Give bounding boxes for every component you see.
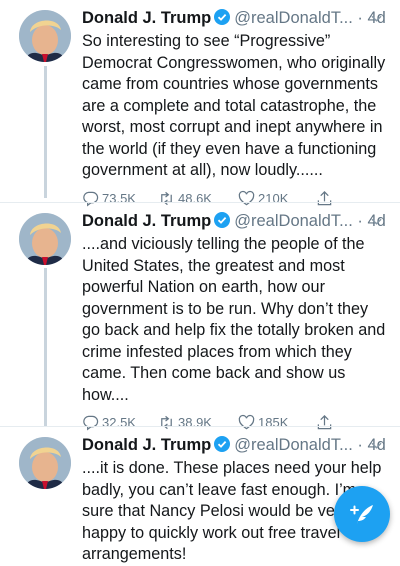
verified-badge-icon [214, 212, 231, 228]
share-icon [317, 190, 332, 205]
tweet-header: Donald J. Trump @realDonaldT... · 4d [82, 6, 388, 30]
tweet-text: So interesting to see “Progressive” Demo… [82, 32, 386, 179]
author-handle[interactable]: @realDonaldT... [234, 436, 353, 454]
tweet-header: Donald J. Trump @realDonaldT... · 4d [82, 209, 388, 233]
tweet-header: Donald J. Trump @realDonaldT... · 4d [82, 433, 388, 457]
reply-button[interactable]: 73.5K [82, 190, 136, 207]
tweet-text: ....and viciously telling the people of … [82, 235, 386, 404]
author-name[interactable]: Donald J. Trump [82, 9, 211, 27]
like-count: 210K [258, 190, 289, 206]
share-button[interactable] [316, 190, 336, 207]
retweet-count: 38.9K [178, 415, 212, 430]
like-icon [238, 190, 255, 205]
like-count: 185K [258, 415, 289, 430]
chevron-down-icon[interactable] [371, 440, 382, 451]
share-icon [317, 415, 332, 430]
compose-tweet-button[interactable] [334, 486, 390, 542]
retweet-button[interactable]: 48.6K [158, 190, 212, 207]
chevron-down-icon[interactable] [371, 216, 382, 227]
like-button[interactable]: 185K [238, 414, 288, 431]
chevron-down-icon[interactable] [371, 13, 382, 24]
tweet-divider [0, 426, 400, 427]
verified-badge-icon [214, 9, 231, 25]
reply-icon [83, 191, 99, 207]
share-button[interactable] [316, 414, 336, 431]
reply-count: 32.5K [102, 415, 136, 430]
retweet-button[interactable]: 38.9K [158, 414, 212, 431]
verified-badge-icon [214, 436, 231, 452]
avatar[interactable] [19, 10, 71, 62]
reply-count: 73.5K [102, 190, 136, 206]
author-name[interactable]: Donald J. Trump [82, 212, 211, 230]
thread-line-1 [44, 66, 47, 198]
retweet-icon [161, 191, 172, 205]
reply-button[interactable]: 32.5K [82, 414, 136, 431]
author-handle[interactable]: @realDonaldT... [234, 9, 353, 27]
author-name[interactable]: Donald J. Trump [82, 436, 211, 454]
compose-tweet-icon [350, 505, 373, 524]
like-icon [238, 414, 255, 430]
retweet-icon [161, 415, 172, 430]
like-button[interactable]: 210K [238, 190, 288, 207]
avatar[interactable] [19, 437, 71, 489]
retweet-count: 48.6K [178, 190, 212, 206]
tweet-divider [0, 202, 400, 203]
avatar[interactable] [19, 213, 71, 265]
reply-icon [83, 415, 99, 431]
thread-line-2 [44, 268, 47, 426]
author-handle[interactable]: @realDonaldT... [234, 212, 353, 230]
